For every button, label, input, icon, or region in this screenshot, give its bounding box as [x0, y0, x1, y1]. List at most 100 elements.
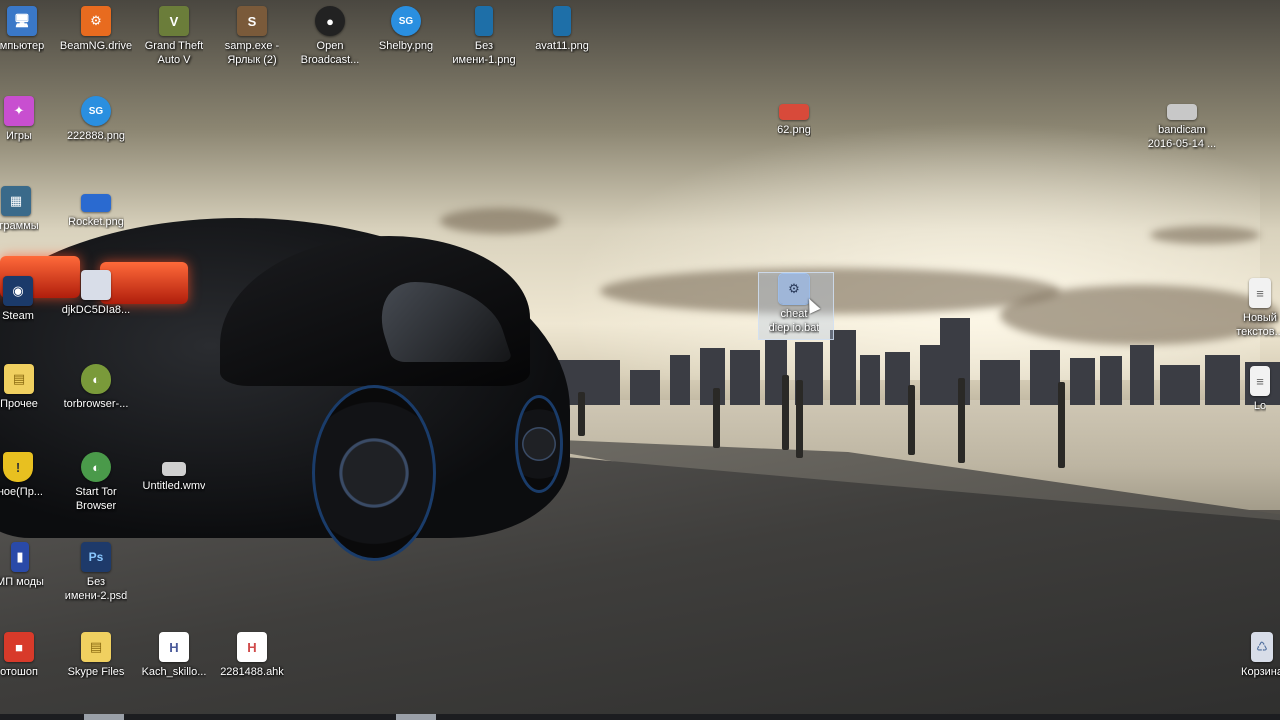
- icon-label: мпьютер: [0, 40, 45, 52]
- recycle-bin-icon: ♺: [1251, 632, 1273, 662]
- beamng-icon: ⚙: [81, 6, 111, 36]
- icon-label: BeamNG.drive: [59, 40, 133, 52]
- text-file-icon: ≡: [1249, 278, 1271, 308]
- image-icon: [81, 270, 111, 300]
- desktop-wallpaper[interactable]: 🖥 мпьютер ⚙ BeamNG.drive V Grand Theft A…: [0, 0, 1280, 720]
- desktop-icon-shelby[interactable]: SG Shelby.png: [368, 6, 444, 53]
- icon-label: Shelby.png: [378, 40, 434, 52]
- video-icon: [1167, 104, 1197, 120]
- icon-label: Skype Files: [67, 666, 125, 678]
- icon-label: Без имени-2.psd: [64, 576, 128, 602]
- icon-label: djkDC5DIa8...: [61, 304, 131, 316]
- icon-label: Steam: [2, 310, 34, 322]
- pier-post: [782, 375, 789, 450]
- car-wheel: [515, 395, 563, 493]
- icon-label: torbrowser-...: [63, 398, 129, 410]
- desktop-icon-cheat-diep[interactable]: ⚙ cheat diep.io.bat: [756, 273, 832, 335]
- desktop-icon-untitled-wmv[interactable]: Untitled.wmv: [136, 462, 212, 493]
- games-icon: ✦: [4, 96, 34, 126]
- icon-label: Open Broadcast...: [300, 40, 360, 66]
- desktop-icon-bandicam[interactable]: bandicam 2016-05-14 ...: [1144, 104, 1220, 151]
- desktop-icon-games[interactable]: ✦ Игры: [0, 96, 49, 143]
- icon-label: Игры: [6, 130, 32, 142]
- icon-label: 2281488.ahk: [220, 666, 284, 678]
- desktop-icon-skype-files[interactable]: ▤ Skype Files: [58, 632, 134, 679]
- desktop-icon-rocket[interactable]: Rocket.png: [58, 194, 134, 229]
- pier-post: [578, 392, 585, 436]
- text-file-icon: ≡: [1250, 366, 1270, 396]
- icon-label: Корзина: [1241, 666, 1280, 678]
- icon-label: avat11.png: [535, 40, 589, 52]
- icon-label: кное(Пр...: [0, 486, 43, 498]
- desktop-icon-shield[interactable]: ! кное(Пр...: [0, 452, 48, 499]
- desktop-icon-computer[interactable]: 🖥 мпьютер: [0, 6, 52, 53]
- cloud: [1150, 226, 1260, 244]
- icon-label: ограммы: [0, 220, 39, 232]
- desktop-icon-start-tor[interactable]: ◐ Start Tor Browser: [58, 452, 134, 513]
- obs-icon: ●: [315, 6, 345, 36]
- desktop-icon-torbrowser[interactable]: ◐ torbrowser-...: [58, 364, 134, 411]
- tor-browser-icon: ◐: [81, 452, 111, 482]
- desktop-icon-beamng[interactable]: ⚙ BeamNG.drive: [58, 6, 134, 53]
- desktop-icon-djkdc5dia8[interactable]: djkDC5DIa8...: [58, 270, 134, 317]
- mods-icon: ▮: [11, 542, 29, 572]
- desktop-icon-62png[interactable]: 62.png: [756, 104, 832, 137]
- desktop-icon-new-text[interactable]: ≡ Новый текстов...: [1222, 278, 1280, 339]
- shield-icon: !: [3, 452, 33, 482]
- photoshop-icon: Ps: [81, 542, 111, 572]
- desktop-icon-steam[interactable]: ◉ Steam: [0, 276, 48, 323]
- desktop-icon-gta[interactable]: V Grand Theft Auto V: [136, 6, 212, 67]
- gta-icon: V: [159, 6, 189, 36]
- desktop-icon-bez-imeni-2-psd[interactable]: Ps Без имени-2.psd: [58, 542, 134, 603]
- desktop-icon-other-folder[interactable]: ▤ Прочее: [0, 364, 49, 411]
- steam-icon: ◉: [3, 276, 33, 306]
- icon-label: 222888.png: [66, 130, 126, 142]
- cloud: [440, 208, 560, 234]
- desktop-icon-photoshop[interactable]: ■ отошоп: [0, 632, 49, 679]
- taskbar[interactable]: [0, 714, 1280, 720]
- pier-post: [1058, 382, 1065, 468]
- icon-label: Kach_skillo...: [141, 666, 207, 678]
- desktop-icon-lo[interactable]: ≡ Lo: [1230, 366, 1280, 413]
- taskbar-button[interactable]: [396, 714, 436, 720]
- desktop-icon-obs[interactable]: ● Open Broadcast...: [292, 6, 368, 67]
- desktop-icon-avat11[interactable]: avat11.png: [524, 6, 600, 53]
- programs-icon: ▦: [1, 186, 31, 216]
- pier-post: [908, 385, 915, 455]
- tor-icon: ◐: [81, 364, 111, 394]
- image-icon: [553, 6, 571, 36]
- icon-label: Новый текстов...: [1236, 312, 1280, 338]
- image-icon: SG: [391, 6, 421, 36]
- icon-label: МП моды: [0, 576, 44, 588]
- pier-post: [796, 380, 803, 458]
- desktop-icon-samp[interactable]: S samp.exe - Ярлык (2): [214, 6, 290, 67]
- desktop-icon-programs[interactable]: ▦ ограммы: [0, 186, 46, 233]
- desktop-icon-2281488-ahk[interactable]: H 2281488.ahk: [214, 632, 290, 679]
- desktop-icon-kach-skillo[interactable]: H Kach_skillo...: [136, 632, 212, 679]
- icon-label: 62.png: [777, 124, 811, 136]
- ahk-icon: H: [159, 632, 189, 662]
- video-icon: [162, 462, 186, 476]
- image-icon: [779, 104, 809, 120]
- icon-label: Без имени-1.png: [452, 40, 516, 66]
- desktop-icon-222888[interactable]: SG 222888.png: [58, 96, 134, 143]
- desktop-icon-bez-imeni-1[interactable]: Без имени-1.png: [446, 6, 522, 67]
- icon-label: Lo: [1253, 400, 1267, 412]
- icon-label: bandicam 2016-05-14 ...: [1147, 124, 1217, 150]
- samp-icon: S: [237, 6, 267, 36]
- image-icon: SG: [81, 96, 111, 126]
- photoshop-app-icon: ■: [4, 632, 34, 662]
- computer-icon: 🖥: [7, 6, 37, 36]
- icon-label: Прочее: [0, 398, 38, 410]
- pier-post: [713, 388, 720, 448]
- image-icon: [81, 194, 111, 212]
- desktop-icon-mp-mods[interactable]: ▮ МП моды: [0, 542, 50, 589]
- icon-label: Untitled.wmv: [142, 480, 206, 492]
- ahk-icon: H: [237, 632, 267, 662]
- folder-icon: ▤: [4, 364, 34, 394]
- car-wheel: [312, 385, 436, 561]
- desktop-icon-recycle-bin[interactable]: ♺ Корзина: [1224, 632, 1280, 679]
- taskbar-button[interactable]: [84, 714, 124, 720]
- icon-label: Start Tor Browser: [75, 486, 117, 512]
- icon-label: отошоп: [0, 666, 38, 678]
